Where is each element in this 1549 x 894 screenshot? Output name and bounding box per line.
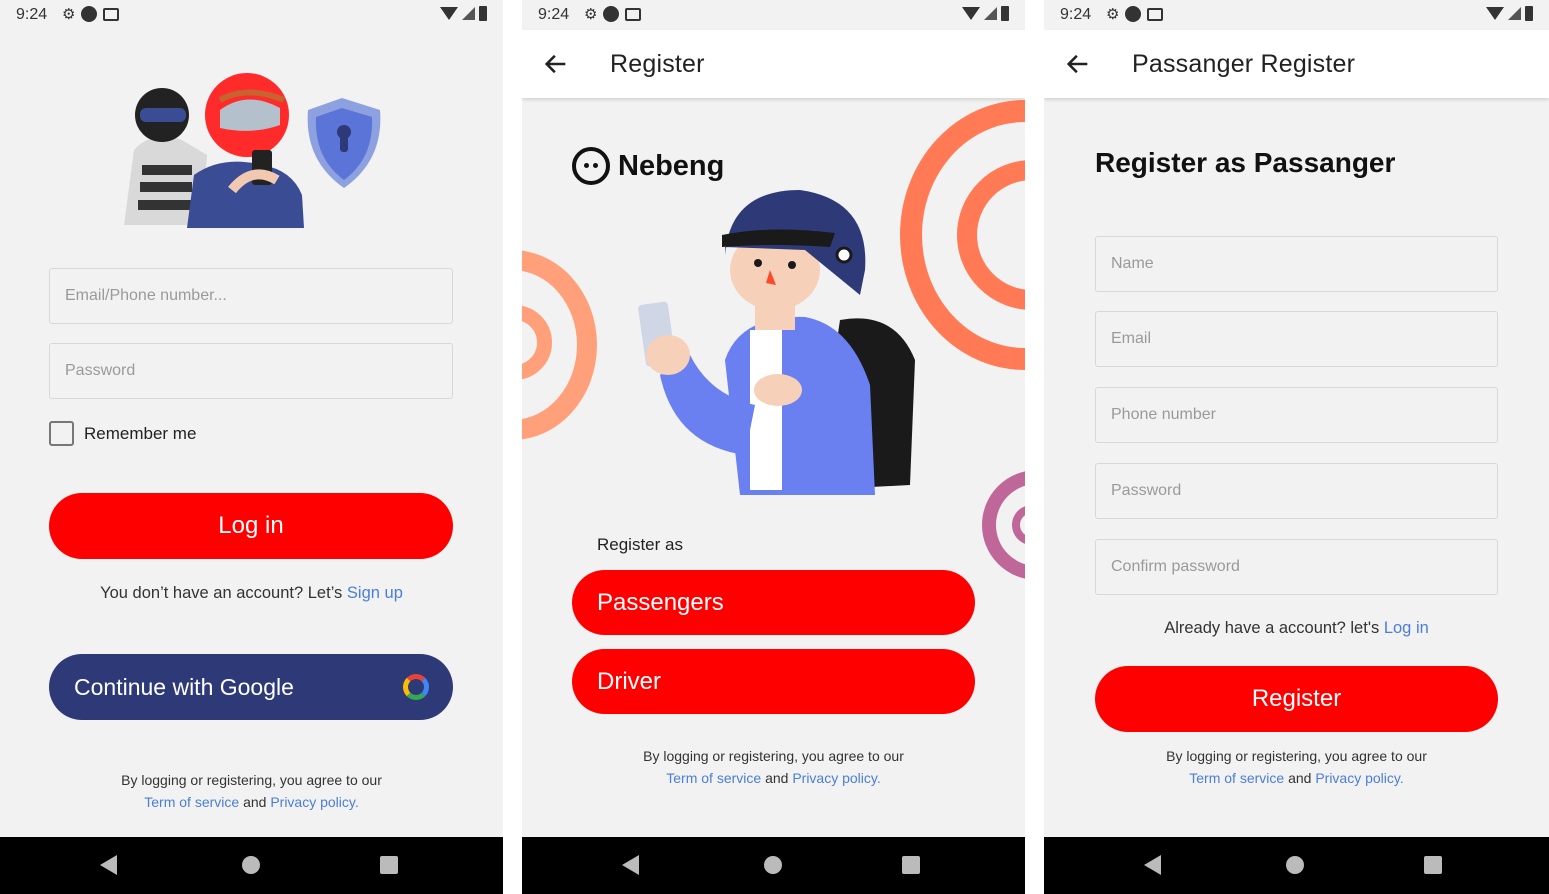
status-time: 9:24 [16,6,48,23]
back-arrow-icon[interactable] [542,50,570,78]
gear-icon: ⚙ [584,6,598,23]
status-bar: 9:24 ⚙ [522,0,1025,30]
google-icon [403,674,429,700]
form-heading: Register as Passanger [1095,147,1396,178]
gear-icon: ⚙ [1106,6,1120,23]
system-nav-bar [1044,837,1549,894]
login-prompt: Already have a account? let's Log in [1164,619,1429,637]
google-login-button[interactable]: Continue with Google [49,654,453,720]
privacy-link[interactable]: Privacy policy. [270,794,358,810]
mail-icon [625,7,642,21]
brand-name: Nebeng [618,149,725,182]
privacy-link[interactable]: Privacy policy. [1315,770,1403,786]
nav-back-icon[interactable] [100,855,117,875]
login-screen: 9:24 ⚙ Remember me [0,0,503,894]
register-passengers-button[interactable]: Passengers [572,570,975,635]
status-time: 9:24 [538,6,570,23]
system-nav-bar [0,837,503,894]
signup-prompt: You don’t have an account? Let’s Sign up [100,584,403,602]
terms-link[interactable]: Term of service [1189,770,1284,786]
nav-recent-icon[interactable] [1424,856,1442,874]
mail-icon [1147,7,1164,21]
nav-back-icon[interactable] [1144,855,1161,875]
register-as-label: Register as [597,535,683,554]
wifi-icon [440,7,458,20]
terms-link[interactable]: Term of service [144,794,239,810]
battery-icon [1001,6,1009,21]
legal-text: By logging or registering, you agree to … [643,748,904,786]
gear-icon: ⚙ [62,6,76,23]
name-input[interactable] [1095,236,1498,292]
app-bar: Register [522,30,1025,98]
signal-icon [1508,7,1521,20]
terms-link[interactable]: Term of service [666,770,761,786]
register-driver-button[interactable]: Driver [572,649,975,714]
chat-logo-icon [572,147,610,185]
privacy-link[interactable]: Privacy policy. [792,770,880,786]
battery-icon [479,6,487,21]
nav-home-icon[interactable] [1286,856,1304,874]
confirm-password-input[interactable] [1095,539,1498,595]
app-icon [1125,6,1142,22]
battery-icon [1525,6,1533,21]
nav-home-icon[interactable] [764,856,782,874]
brand-logo: Nebeng [572,147,724,185]
nav-recent-icon[interactable] [380,856,398,874]
email-input[interactable] [1095,311,1498,367]
remember-me-checkbox[interactable] [49,421,74,446]
login-link[interactable]: Log in [1384,619,1429,637]
nav-home-icon[interactable] [242,856,260,874]
passenger-register-screen: 9:24 ⚙ Passanger Register Register as Pa… [1044,0,1549,894]
system-nav-bar [522,837,1025,894]
status-bar: 9:24 ⚙ [0,0,503,30]
back-arrow-icon[interactable] [1064,50,1092,78]
register-button[interactable]: Register [1095,666,1498,732]
phone-number-input[interactable] [1095,387,1498,443]
status-time: 9:24 [1060,6,1092,23]
signup-link[interactable]: Sign up [347,584,403,602]
signal-icon [984,7,997,20]
status-bar: 9:24 ⚙ [1044,0,1549,30]
legal-text: By logging or registering, you agree to … [1166,748,1427,786]
password-input[interactable] [49,343,453,399]
app-icon [603,6,620,22]
nav-recent-icon[interactable] [902,856,920,874]
email-phone-input[interactable] [49,268,453,324]
legal-text: By logging or registering, you agree to … [121,772,382,810]
nav-back-icon[interactable] [622,855,639,875]
app-icon [81,6,98,22]
google-button-label: Continue with Google [74,673,294,700]
wifi-icon [1486,7,1504,20]
remember-me-label: Remember me [84,424,197,443]
login-button[interactable]: Log in [49,493,453,559]
security-illustration [124,73,381,228]
register-screen: 9:24 ⚙ Register Nebeng Register as Passe… [522,0,1025,894]
page-title: Passanger Register [1132,50,1356,78]
app-bar: Passanger Register [1044,30,1549,98]
mail-icon [103,7,120,21]
courier-illustration [638,190,915,495]
signal-icon [462,7,475,20]
password-input[interactable] [1095,463,1498,519]
page-title: Register [610,50,705,78]
wifi-icon [962,7,980,20]
